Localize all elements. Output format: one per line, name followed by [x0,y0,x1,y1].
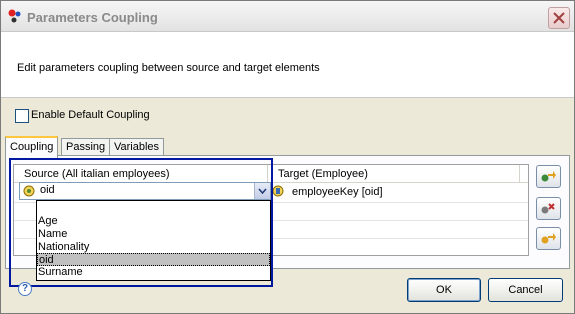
description-text: Edit parameters coupling between source … [17,62,320,74]
target-cell-value[interactable]: employeeKey [oid] [292,186,383,198]
tab-passing[interactable]: Passing [61,138,111,156]
add-coupling-icon [541,171,556,182]
close-icon [553,12,565,24]
help-icon[interactable]: ? [18,282,32,296]
target-column-header[interactable]: Target (Employee) [268,165,528,183]
tab-variables[interactable]: Variables [109,138,165,156]
remove-coupling-button[interactable] [536,197,561,220]
title-bar: Parameters Coupling [1,1,574,32]
remove-coupling-icon [541,203,555,214]
dialog-title: Parameters Coupling [27,10,158,25]
cancel-button[interactable]: Cancel [488,278,563,302]
tab-coupling[interactable]: Coupling [5,136,59,158]
description-area: Edit parameters coupling between source … [1,32,574,98]
app-logo-icon [8,9,21,23]
add-coupling-button[interactable] [536,165,561,188]
target-parameter-icon [272,185,284,197]
enable-default-coupling-checkbox[interactable] [15,109,29,123]
auto-coupling-button[interactable] [536,227,561,250]
header-spacer [519,165,528,183]
enable-default-coupling-label[interactable]: Enable Default Coupling [31,109,150,121]
close-button[interactable] [548,7,570,29]
annotation-highlight-box [9,158,273,287]
ok-button[interactable]: OK [407,278,481,302]
parameters-coupling-dialog: Parameters Coupling Edit parameters coup… [0,0,575,314]
auto-coupling-icon [541,233,556,244]
